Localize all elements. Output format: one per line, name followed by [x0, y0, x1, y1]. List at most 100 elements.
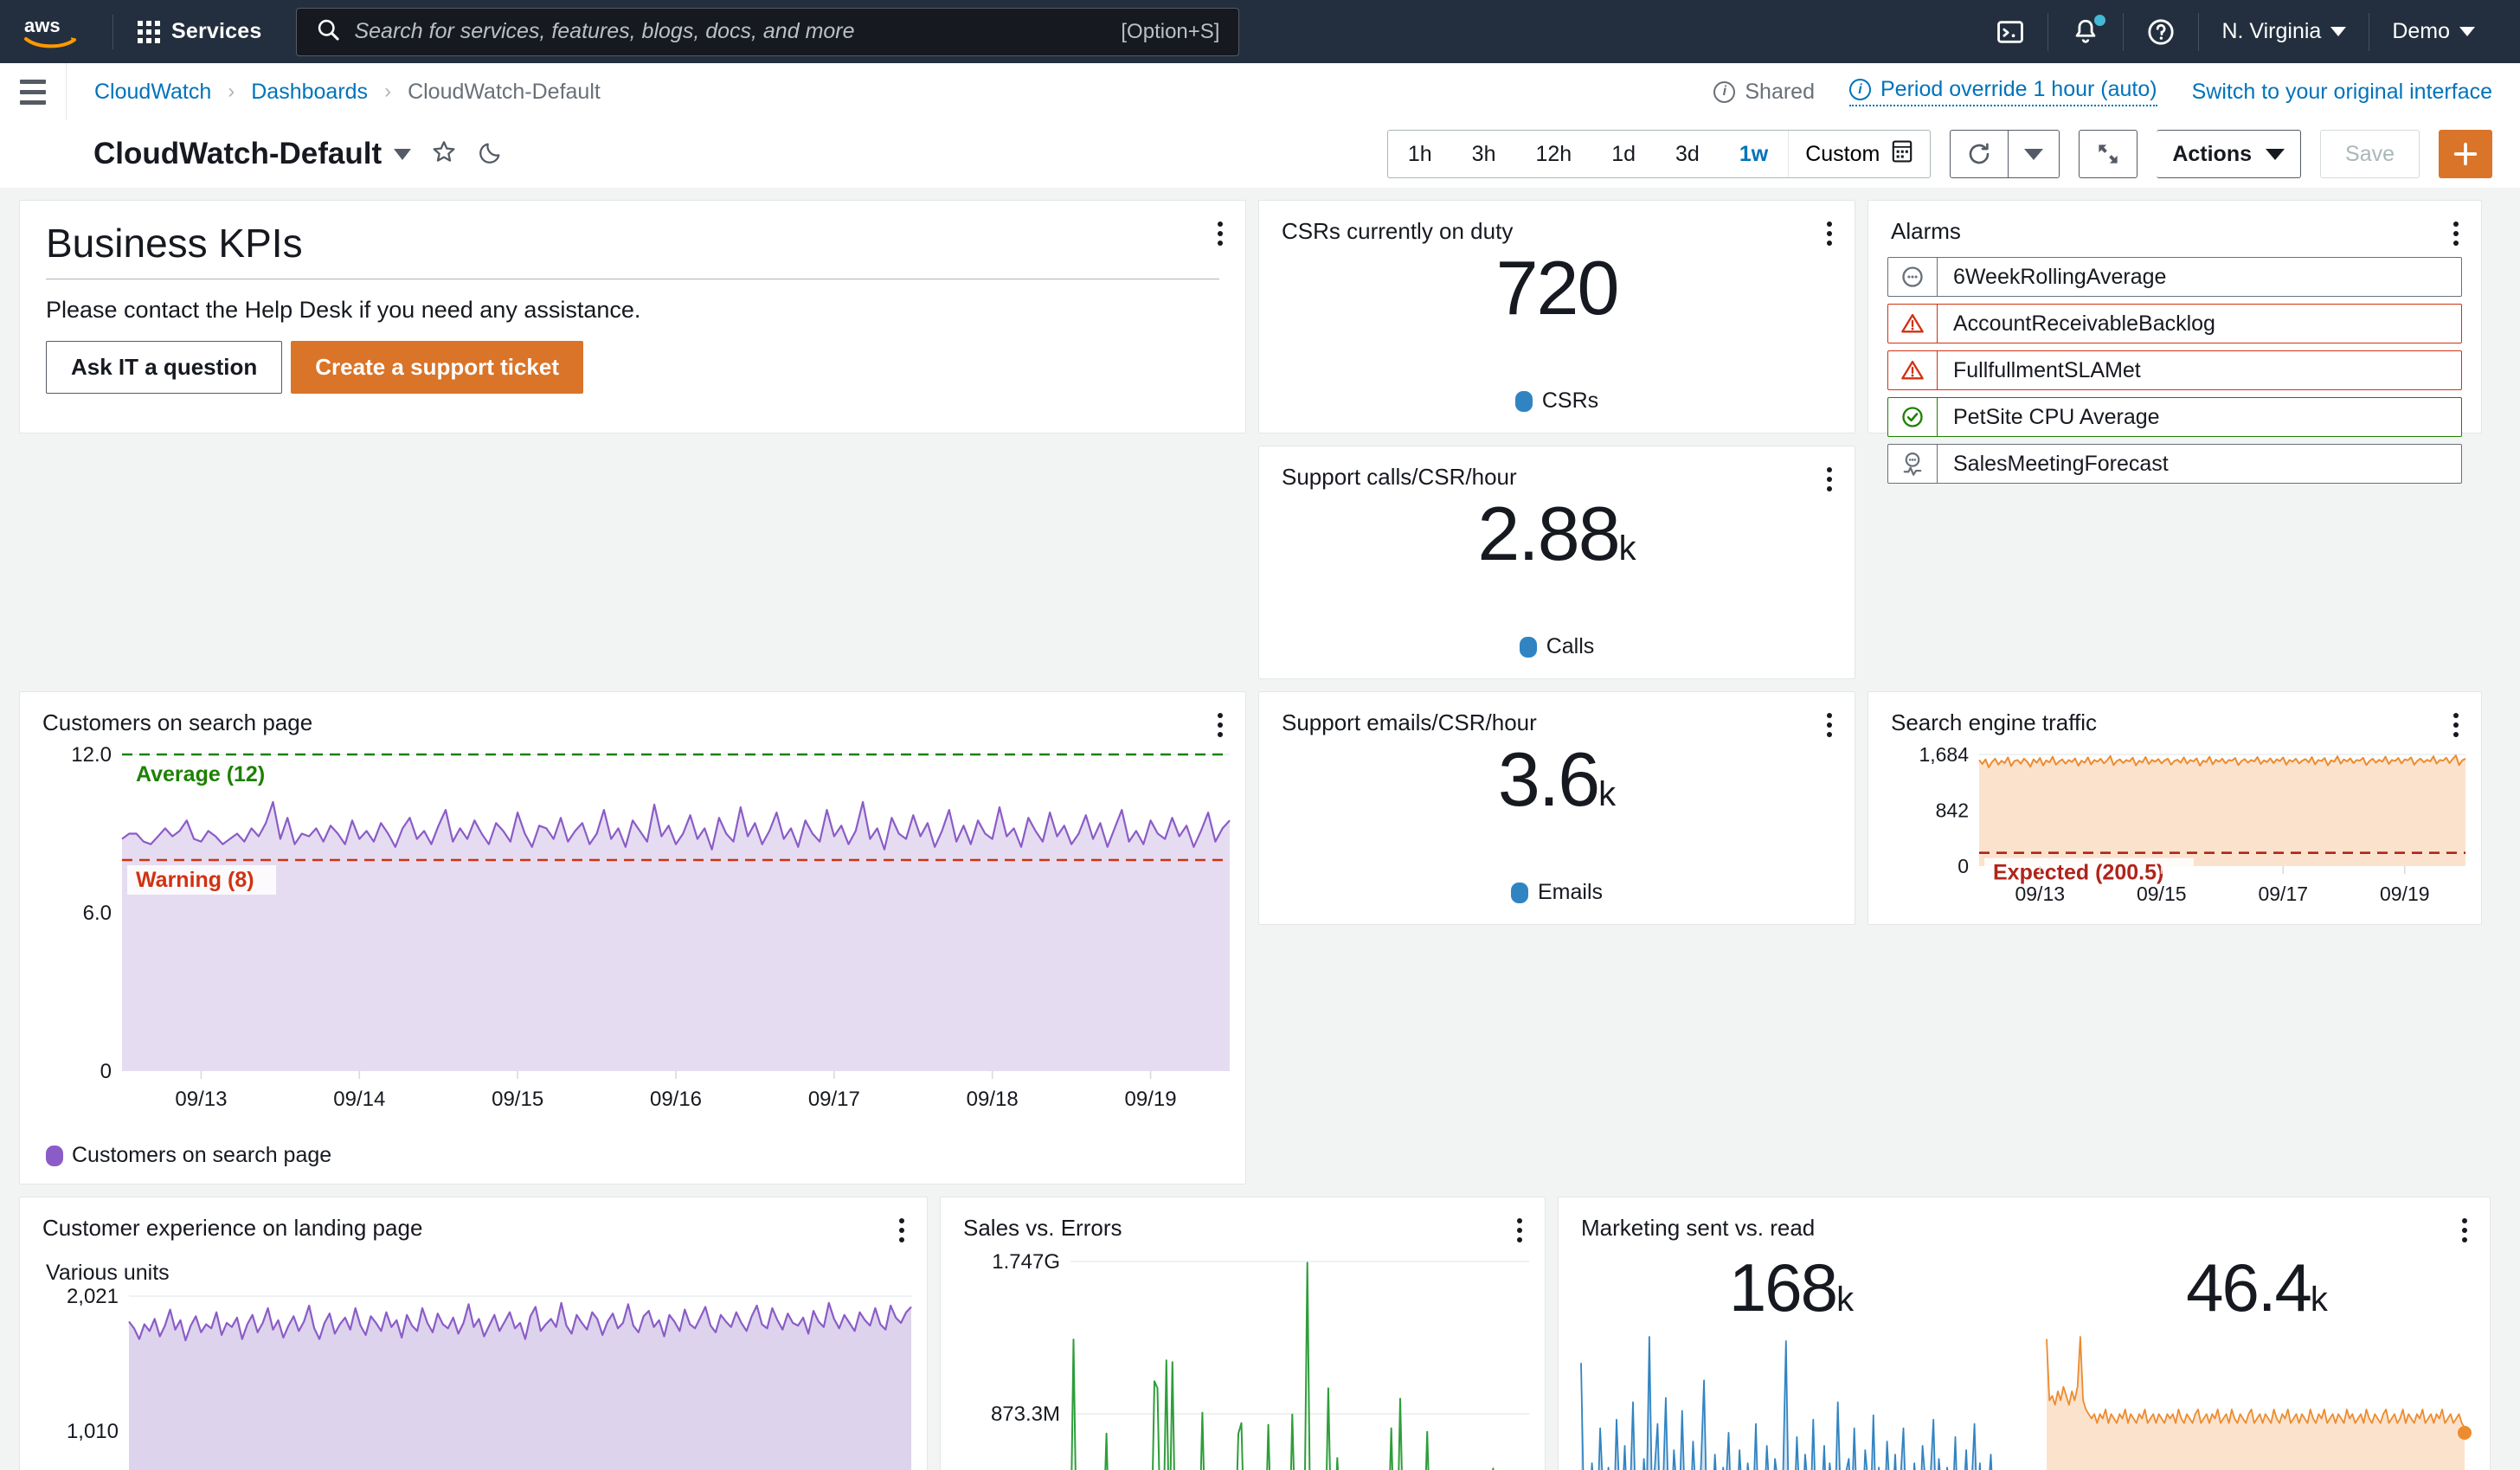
bell-icon[interactable] [2048, 14, 2123, 47]
svg-text:09/17: 09/17 [808, 1088, 860, 1111]
business-kpis-body: Please contact the Help Desk if you need… [46, 297, 641, 323]
widget-menu-icon[interactable] [1214, 709, 1226, 741]
region-label: N. Virginia [2221, 19, 2322, 43]
sidebar-toggle-button[interactable] [0, 79, 66, 105]
widget-menu-icon[interactable] [896, 1215, 908, 1246]
actions-label: Actions [2172, 141, 2253, 166]
time-range-1d[interactable]: 1d [1591, 131, 1655, 177]
svg-text:aws: aws [24, 15, 61, 36]
legend-label: CSRs [1541, 388, 1599, 413]
grid-icon [138, 20, 160, 43]
metric-suffix: k [1598, 775, 1617, 813]
refresh-settings-dropdown[interactable] [2009, 130, 2060, 178]
nav-divider [112, 14, 113, 49]
time-range-12h[interactable]: 12h [1515, 131, 1591, 177]
fullscreen-button[interactable] [2079, 130, 2138, 178]
ask-it-a-question-button[interactable]: Ask IT a question [46, 341, 283, 394]
metric-value: 46.4 [2186, 1249, 2312, 1326]
search-input[interactable] [354, 19, 1108, 44]
period-override-label: Period override 1 hour (auto) [1880, 77, 2157, 101]
widget-business-kpis: Business KPIs Please contact the Help De… [19, 200, 1246, 433]
metric-suffix: k [2310, 1281, 2328, 1319]
widget-legend: CSRs [1259, 388, 1855, 414]
time-range-3h[interactable]: 3h [1452, 131, 1516, 177]
chevron-down-icon [2459, 27, 2475, 36]
alarm-row[interactable]: PetSite CPU Average [1887, 397, 2462, 437]
svg-text:12.0: 12.0 [71, 743, 112, 767]
metric-value: 720 [1495, 245, 1620, 331]
support-emails-value: 3.6k [1259, 741, 1855, 818]
svg-text:1,684: 1,684 [1919, 743, 1969, 766]
legend-label: Emails [1537, 880, 1603, 904]
time-range-selector: 1h 3h 12h 1d 3d 1w Custom [1386, 130, 1932, 178]
add-widget-button[interactable] [2439, 130, 2492, 178]
breadcrumb-item-cloudwatch[interactable]: CloudWatch [94, 80, 211, 105]
breadcrumb-item-current: CloudWatch-Default [408, 79, 601, 104]
services-menu-button[interactable]: Services [125, 12, 273, 51]
time-range-3d[interactable]: 3d [1655, 131, 1720, 177]
widget-title: Marketing sent vs. read [1581, 1215, 1816, 1241]
widget-support-calls: Support calls/CSR/hour 2.88k Calls [1258, 446, 1855, 679]
alarm-name: SalesMeetingForecast [1953, 451, 2169, 476]
chevron-down-icon[interactable] [394, 148, 412, 160]
chart-legend: Customers on search page [46, 1143, 331, 1168]
period-override-button[interactable]: i Period override 1 hour (auto) [1848, 77, 2157, 106]
breadcrumb-bar: CloudWatch › Dashboards › CloudWatch-Def… [0, 63, 2520, 120]
refresh-button[interactable] [1950, 130, 2009, 178]
alarm-row[interactable]: 6WeekRollingAverage [1887, 257, 2462, 297]
breadcrumb: CloudWatch › Dashboards › CloudWatch-Def… [67, 80, 601, 105]
star-icon[interactable] [430, 138, 458, 170]
region-selector[interactable]: N. Virginia [2199, 19, 2369, 44]
alarm-name: PetSite CPU Average [1953, 404, 2160, 429]
svg-text:Average (12): Average (12) [136, 762, 265, 786]
time-range-1h[interactable]: 1h [1388, 131, 1452, 177]
business-kpis-actions: Ask IT a question Create a support ticke… [20, 324, 1245, 394]
aws-logo[interactable]: aws [22, 13, 81, 51]
widget-menu-icon[interactable] [1823, 218, 1835, 249]
calendar-icon [1891, 139, 1913, 170]
custom-range-label: Custom [1805, 141, 1880, 166]
breadcrumb-item-dashboards[interactable]: Dashboards [251, 80, 368, 105]
alarm-row[interactable]: FullfullmentSLAMet [1887, 350, 2462, 390]
csrs-on-duty-value: 720 [1259, 250, 1855, 326]
custom-range-button[interactable]: Custom [1789, 139, 1930, 170]
account-label: Demo [2392, 19, 2450, 43]
widget-title: Search engine traffic [1891, 709, 2097, 735]
switch-interface-link[interactable]: Switch to your original interface [2192, 80, 2492, 105]
widget-menu-icon[interactable] [1214, 218, 1226, 249]
anomaly-detector-icon [1888, 445, 1937, 483]
widget-title: Sales vs. Errors [963, 1215, 1122, 1241]
actions-dropdown[interactable]: Actions [2157, 130, 2302, 178]
widget-menu-icon[interactable] [1823, 464, 1835, 495]
widget-marketing-sent-vs-read: Marketing sent vs. read 168k 46.4k Read [1558, 1197, 2491, 1470]
dashboard-column: Search engine traffic 0 842 1,684 Expected … [1868, 691, 2482, 1184]
account-menu[interactable]: Demo [2369, 19, 2498, 44]
widget-menu-icon[interactable] [2450, 218, 2462, 249]
widget-menu-icon[interactable] [1514, 1215, 1526, 1246]
cloudshell-icon[interactable] [1973, 17, 2048, 47]
dashboard-column: CSRs currently on duty 720 CSRs Support … [1258, 200, 1855, 679]
alarm-row[interactable]: AccountReceivableBacklog [1887, 304, 2462, 343]
dashboard-row: Business KPIs Please contact the Help De… [19, 200, 2501, 679]
question-circle-icon[interactable] [2124, 17, 2198, 47]
create-support-ticket-button[interactable]: Create a support ticket [291, 341, 584, 394]
insufficient-data-icon [1888, 258, 1937, 296]
time-range-1w[interactable]: 1w [1720, 131, 1788, 177]
svg-text:6.0: 6.0 [83, 902, 112, 925]
alarm-row[interactable]: SalesMeetingForecast [1887, 444, 2462, 484]
moon-icon[interactable] [477, 138, 505, 170]
widget-menu-icon[interactable] [1823, 709, 1835, 741]
chart-units-label: Various units [46, 1261, 170, 1285]
svg-text:09/19: 09/19 [2380, 883, 2430, 905]
save-button: Save [2320, 130, 2420, 178]
global-search[interactable]: [Option+S] [296, 7, 1240, 56]
dashboard-toolbar: 1h 3h 12h 1d 3d 1w Custom Actions Save [1386, 130, 2492, 178]
services-label: Services [171, 19, 262, 43]
widget-menu-icon[interactable] [2450, 709, 2462, 741]
alarm-name: AccountReceivableBacklog [1953, 311, 2215, 336]
widget-customer-experience: Customer experience on landing page Vari… [19, 1197, 928, 1470]
metric-value: 2.88 [1477, 491, 1620, 576]
legend-swatch [1510, 882, 1528, 903]
svg-text:09/18: 09/18 [967, 1088, 1019, 1111]
metric-value: 168 [1728, 1249, 1838, 1326]
